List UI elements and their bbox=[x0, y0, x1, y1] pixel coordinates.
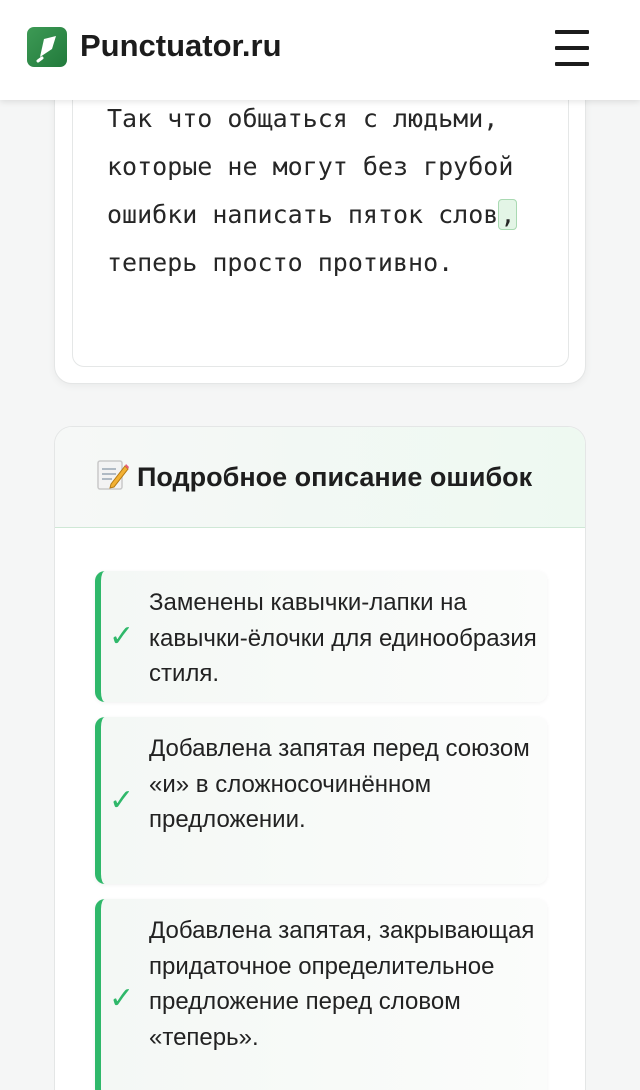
error-details-title-text: Подробное описание ошибок bbox=[137, 462, 533, 492]
memo-icon bbox=[97, 460, 129, 490]
check-icon: ✓ bbox=[109, 618, 135, 654]
error-item: ✓ Добавлена запятая, закрывающая придато… bbox=[95, 899, 547, 1090]
error-details-title: Подробное описание ошибок bbox=[95, 457, 532, 497]
check-icon: ✓ bbox=[109, 981, 135, 1016]
error-item-text: Заменены кавычки-лапки на кавычки-ёлочки… bbox=[149, 589, 537, 687]
error-details-header: Подробное описание ошибок bbox=[55, 427, 585, 528]
error-item-text: Добавлена запятая перед союзом «и» в сло… bbox=[149, 735, 530, 833]
corrected-text-card: Так что общаться с людьми, которые не мо… bbox=[54, 70, 586, 384]
corrected-text-part-1: Так что общаться с людьми, которые не мо… bbox=[107, 104, 529, 229]
corrected-text: Так что общаться с людьми, которые не мо… bbox=[107, 95, 547, 287]
brand-name[interactable]: Punctuator.ru bbox=[80, 26, 282, 66]
error-item: ✓ Заменены кавычки-лапки на кавычки-ёлоч… bbox=[95, 571, 547, 702]
check-icon: ✓ bbox=[109, 782, 135, 818]
corrected-text-box: Так что общаться с людьми, которые не мо… bbox=[72, 71, 569, 367]
highlighted-comma[interactable]: , bbox=[498, 199, 518, 230]
quill-leaf-icon bbox=[36, 36, 56, 63]
logo-icon[interactable] bbox=[27, 27, 67, 67]
hamburger-menu-icon[interactable] bbox=[552, 28, 592, 68]
error-item-text: Добавлена запятая, закрывающая придаточн… bbox=[149, 917, 535, 1051]
error-details-card: Подробное описание ошибок ✓ Заменены кав… bbox=[54, 426, 586, 1090]
error-item: ✓ Добавлена запятая перед союзом «и» в с… bbox=[95, 717, 547, 884]
top-bar: Punctuator.ru bbox=[0, 0, 640, 100]
